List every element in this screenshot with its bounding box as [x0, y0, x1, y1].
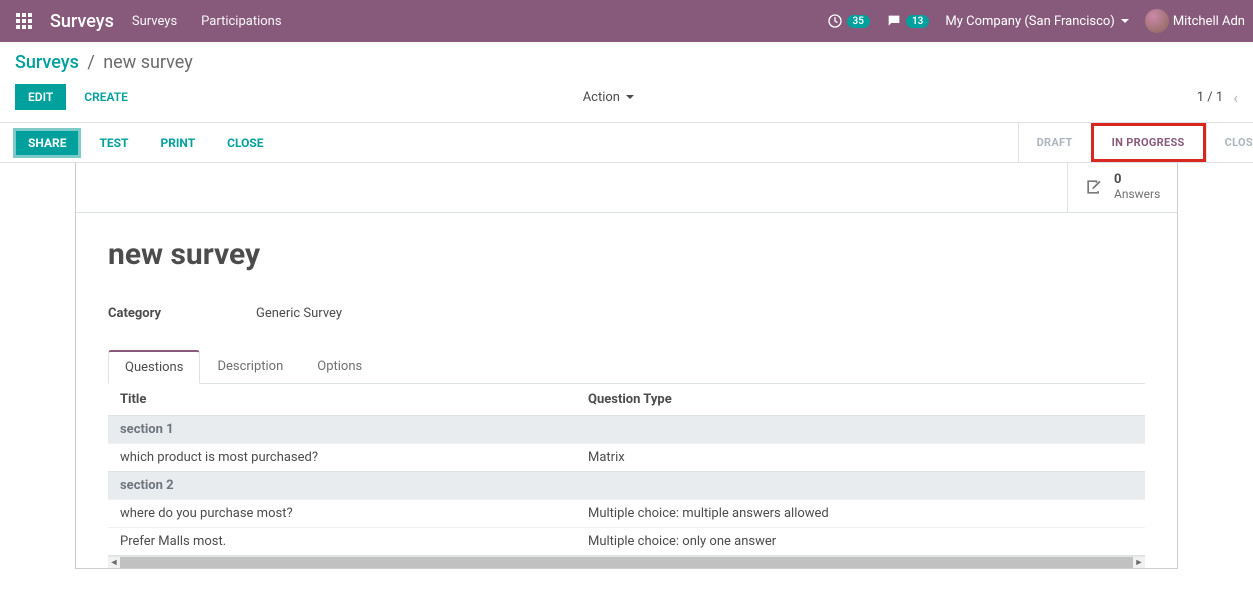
brand-title: Surveys: [40, 11, 132, 32]
tab-options[interactable]: Options: [300, 350, 379, 384]
scroll-left-arrow[interactable]: ◄: [108, 557, 120, 568]
tab-description[interactable]: Description: [200, 350, 300, 384]
questions-rows: section 1which product is most purchased…: [108, 415, 1145, 555]
section-row[interactable]: section 2: [108, 471, 1145, 499]
category-value: Generic Survey: [256, 306, 342, 321]
breadcrumb: Surveys / new survey: [15, 52, 193, 73]
question-type: Multiple choice: only one answer: [588, 534, 1133, 549]
top-navbar: Surveys Surveys Participations 35 13 My …: [0, 0, 1253, 42]
company-name: My Company (San Francisco): [945, 14, 1114, 29]
question-title: which product is most purchased?: [120, 450, 588, 465]
apps-icon[interactable]: [8, 13, 40, 29]
nav-link-participations[interactable]: Participations: [201, 14, 281, 29]
answers-label: Answers: [1114, 188, 1160, 202]
answers-count: 0: [1114, 173, 1160, 188]
chat-icon: [886, 13, 902, 29]
sheet-body: new survey Category Generic Survey Quest…: [76, 213, 1177, 568]
questions-header: Title Question Type: [108, 384, 1145, 415]
control-bar: Edit Create Action 1 / 1 ‹: [0, 84, 1253, 123]
nav-links: Surveys Participations: [132, 14, 282, 29]
status-draft[interactable]: DRAFT: [1018, 123, 1091, 162]
pencil-square-icon: [1084, 177, 1104, 197]
edit-button[interactable]: Edit: [15, 84, 66, 110]
caret-down-icon: [1121, 19, 1129, 23]
action-label: Action: [583, 90, 620, 105]
status-closed[interactable]: CLOS: [1206, 123, 1253, 162]
question-row[interactable]: which product is most purchased?Matrix: [108, 443, 1145, 471]
breadcrumb-root[interactable]: Surveys: [15, 52, 79, 73]
question-title: Prefer Malls most.: [120, 534, 588, 549]
close-button[interactable]: CLOSE: [215, 130, 275, 156]
scroll-right-arrow[interactable]: ►: [1133, 557, 1145, 568]
tabs: Questions Description Options: [108, 349, 1145, 383]
action-dropdown[interactable]: Action: [583, 90, 634, 105]
question-type: Multiple choice: multiple answers allowe…: [588, 506, 1133, 521]
pager: 1 / 1 ‹: [1197, 88, 1238, 107]
sheet-button-box: 0 Answers: [76, 163, 1177, 213]
answers-stat-button[interactable]: 0 Answers: [1067, 163, 1177, 212]
scrollbar-thumb[interactable]: [120, 557, 1133, 568]
activity-indicator[interactable]: 35: [827, 13, 870, 29]
status-steps: DRAFT IN PROGRESS CLOS: [1018, 123, 1253, 162]
form-sheet: 0 Answers new survey Category Generic Su…: [75, 163, 1178, 569]
pager-range: 1 / 1: [1197, 90, 1223, 105]
caret-down-icon: [626, 95, 634, 99]
activity-badge: 35: [847, 15, 870, 28]
company-selector[interactable]: My Company (San Francisco): [945, 14, 1128, 29]
clock-icon: [827, 13, 843, 29]
share-button[interactable]: SHARE: [15, 130, 79, 156]
tab-questions[interactable]: Questions: [108, 350, 200, 384]
avatar: [1145, 9, 1169, 33]
question-row[interactable]: Prefer Malls most.Multiple choice: only …: [108, 527, 1145, 555]
form-sheet-wrap: 0 Answers new survey Category Generic Su…: [0, 163, 1253, 593]
answers-stat-text: 0 Answers: [1114, 173, 1160, 202]
create-button[interactable]: Create: [72, 85, 140, 109]
questions-table: Title Question Type section 1which produ…: [108, 383, 1145, 556]
pager-prev[interactable]: ‹: [1233, 88, 1238, 107]
nav-link-surveys[interactable]: Surveys: [132, 14, 177, 29]
status-in-progress[interactable]: IN PROGRESS: [1091, 123, 1206, 162]
print-button[interactable]: PRINT: [148, 130, 207, 156]
topnav-right: 35 13 My Company (San Francisco) Mitchel…: [827, 9, 1245, 33]
question-row[interactable]: where do you purchase most?Multiple choi…: [108, 499, 1145, 527]
breadcrumb-current: new survey: [103, 52, 193, 73]
test-button[interactable]: TEST: [87, 130, 140, 156]
user-name: Mitchell Adn: [1173, 14, 1245, 29]
breadcrumb-bar: Surveys / new survey: [0, 42, 1253, 84]
user-menu[interactable]: Mitchell Adn: [1145, 9, 1245, 33]
survey-title: new survey: [108, 237, 1145, 272]
question-type: Matrix: [588, 450, 1133, 465]
breadcrumb-sep: /: [83, 52, 98, 73]
category-label: Category: [108, 306, 256, 321]
horizontal-scrollbar[interactable]: ◄ ►: [108, 556, 1145, 568]
col-title-header: Title: [120, 392, 588, 407]
status-bar: SHARE TEST PRINT CLOSE DRAFT IN PROGRESS…: [0, 123, 1253, 163]
discuss-badge: 13: [906, 15, 929, 28]
section-row[interactable]: section 1: [108, 415, 1145, 443]
field-category: Category Generic Survey: [108, 306, 1145, 321]
question-title: where do you purchase most?: [120, 506, 588, 521]
discuss-indicator[interactable]: 13: [886, 13, 929, 29]
col-type-header: Question Type: [588, 392, 1133, 407]
